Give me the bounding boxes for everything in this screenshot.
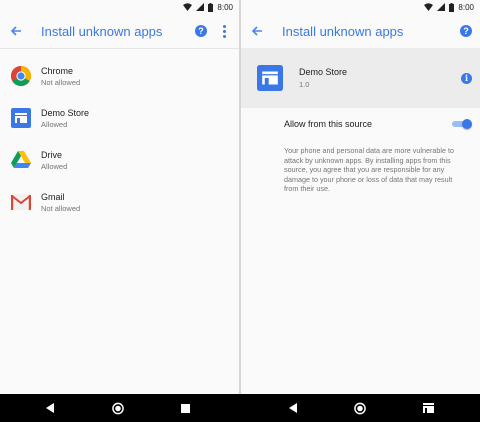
page-title: Install unknown apps [282,23,404,39]
back-nav-icon[interactable] [44,402,56,414]
store-nav-icon[interactable] [422,402,434,414]
left-screen: 8:00 Install unknown apps ? Chrome Not a… [0,0,239,394]
wifi-icon [183,3,193,11]
list-item-demo-store[interactable]: Demo Store Allowed [0,97,239,139]
battery-icon [449,2,455,12]
app-status: Allowed [41,119,68,129]
list-item-chrome[interactable]: Chrome Not allowed [0,55,239,97]
app-name: Chrome [41,65,74,76]
home-nav-icon[interactable] [354,402,366,414]
status-time: 8:00 [458,2,474,12]
warning-text: Your phone and personal data are more vu… [284,146,454,194]
app-status: Not allowed [41,77,81,87]
signal-icon [437,3,446,11]
list-item-drive[interactable]: Drive Allowed [0,139,239,181]
allow-source-row[interactable]: Allow from this source [241,110,480,138]
status-bar: 8:00 [241,0,480,14]
app-list: Chrome Not allowed Demo Store Allowed Dr… [0,49,239,223]
info-icon[interactable]: i [461,72,472,84]
help-icon[interactable]: ? [460,25,472,37]
store-icon [10,107,32,129]
app-bar: Install unknown apps ? [0,14,239,48]
right-screen: 8:00 Install unknown apps ? Demo Store 1… [241,0,480,394]
wifi-icon [424,3,434,11]
chrome-icon [10,65,32,87]
app-status: Not allowed [41,203,81,213]
drive-icon [10,149,32,171]
status-bar: 8:00 [0,0,239,14]
more-options-icon[interactable] [217,23,231,39]
recents-nav-icon[interactable] [179,402,191,414]
help-icon[interactable]: ? [195,25,207,37]
app-header: Demo Store 1.0 i [241,48,480,108]
page-title: Install unknown apps [41,23,163,39]
back-nav-icon[interactable] [287,402,299,414]
allow-source-toggle[interactable] [452,119,472,129]
app-status: Allowed [41,161,68,171]
app-bar: Install unknown apps ? [241,14,480,48]
signal-icon [196,3,205,11]
gmail-icon [10,191,32,213]
toggle-label: Allow from this source [284,119,373,129]
back-arrow-icon[interactable] [249,23,265,39]
navigation-bar [0,394,480,422]
app-name: Demo Store [41,107,90,118]
list-item-gmail[interactable]: Gmail Not allowed [0,181,239,223]
app-version: 1.0 [299,80,310,89]
app-name: Demo Store [299,67,348,77]
battery-icon [208,2,214,12]
back-arrow-icon[interactable] [8,23,24,39]
status-time: 8:00 [217,2,233,12]
home-nav-icon[interactable] [112,402,124,414]
app-name: Gmail [41,191,65,202]
app-name: Drive [41,149,63,160]
store-icon [257,65,283,91]
